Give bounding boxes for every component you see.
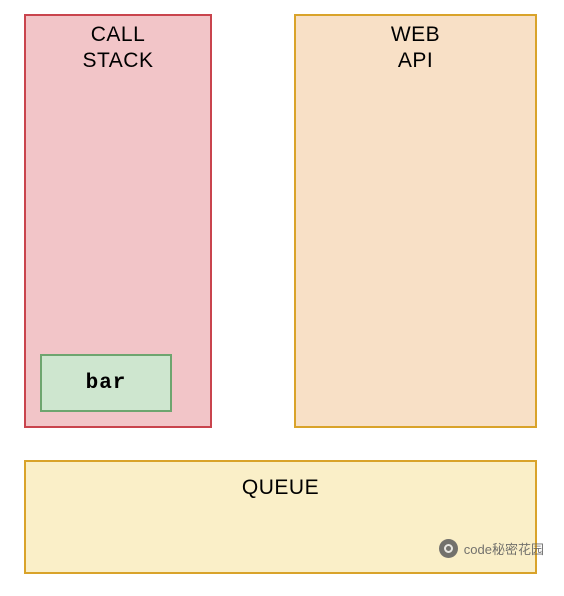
watermark-text: code秘密花园: [464, 539, 544, 558]
queue-title: QUEUE: [26, 476, 535, 500]
wechat-icon: [439, 539, 458, 558]
stack-frame-label: bar: [86, 372, 127, 395]
call-stack-box: CALL STACK bar: [24, 14, 212, 428]
web-api-box: WEB API: [294, 14, 537, 428]
web-api-title-line1: WEB: [391, 23, 440, 46]
web-api-title: WEB API: [296, 22, 535, 75]
stack-frame: bar: [40, 354, 172, 412]
web-api-title-line2: API: [398, 49, 433, 72]
call-stack-title: CALL STACK: [26, 22, 210, 75]
watermark: code秘密花园: [439, 539, 544, 558]
call-stack-title-line2: STACK: [83, 49, 154, 72]
call-stack-title-line1: CALL: [91, 23, 146, 46]
event-loop-diagram: CALL STACK bar WEB API QUEUE code秘密花园: [0, 0, 564, 596]
